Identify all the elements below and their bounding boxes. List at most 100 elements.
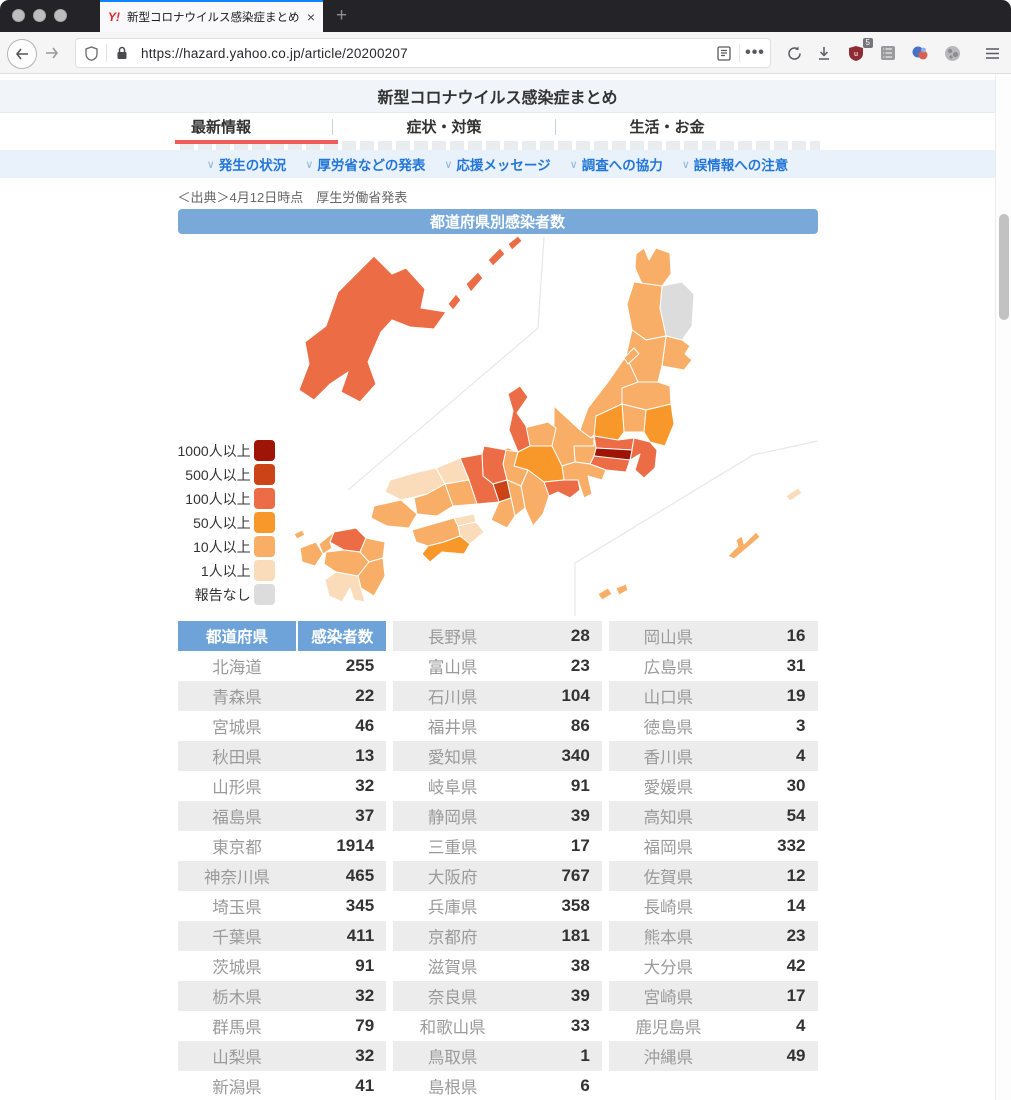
menu-hamburger-icon[interactable] bbox=[980, 42, 1004, 64]
legend-label: 50人以上 bbox=[193, 514, 251, 531]
case-count: 255 bbox=[345, 656, 375, 675]
case-count: 23 bbox=[570, 656, 590, 675]
table-row: 神奈川県 465 bbox=[177, 861, 387, 891]
prefecture-miyagi bbox=[661, 335, 692, 371]
scrollbar-thumb[interactable] bbox=[999, 214, 1009, 320]
reader-mode-icon[interactable] bbox=[709, 45, 739, 61]
lock-icon[interactable] bbox=[107, 46, 137, 60]
back-button[interactable] bbox=[7, 39, 37, 69]
legend-swatch bbox=[253, 464, 275, 485]
adblock-shield-icon[interactable]: u 5 bbox=[844, 38, 873, 64]
case-count: 4 bbox=[796, 1016, 806, 1035]
subnav-item-mhlw-announcements[interactable]: ∨ 厚労省などの発表 bbox=[305, 154, 425, 174]
extension-spheres-icon[interactable] bbox=[908, 42, 932, 64]
tab-symptoms-measures[interactable]: 症状・対策 bbox=[333, 113, 555, 140]
table-row: 三重県 17 bbox=[393, 831, 602, 861]
tab-life-money[interactable]: 生活・お金 bbox=[556, 113, 778, 140]
prefecture-name: 高知県 bbox=[643, 809, 694, 827]
prefecture-name: 静岡県 bbox=[427, 809, 478, 827]
extension-list-icon[interactable] bbox=[876, 42, 900, 64]
table-column: 都道府県 感染者数 北海道 255 青森県 22 宮城県 46 秋田県 13 山形県 32 福島県 37 東… bbox=[177, 621, 387, 1100]
case-count: 39 bbox=[570, 806, 590, 825]
table-row: 新潟県 41 bbox=[178, 1071, 387, 1100]
table-row: 宮崎県 17 bbox=[608, 981, 818, 1011]
prefecture-name: 千葉県 bbox=[212, 929, 262, 947]
kuril-islet bbox=[447, 293, 461, 311]
prefecture-name: 鹿児島県 bbox=[635, 1019, 702, 1037]
subnav-item-support-messages[interactable]: ∨ 応援メッセージ bbox=[444, 154, 550, 174]
chevron-down-icon: ∨ bbox=[206, 158, 215, 171]
forward-arrow-icon bbox=[46, 47, 59, 59]
table-row: 鳥取県 1 bbox=[393, 1041, 602, 1071]
svg-text:u: u bbox=[854, 51, 858, 58]
prefecture-name: 徳島県 bbox=[643, 719, 694, 737]
url-text[interactable]: https://hazard.yahoo.co.jp/article/20200… bbox=[137, 46, 709, 61]
tracking-protection-shield-icon[interactable] bbox=[76, 45, 106, 61]
close-window-button[interactable] bbox=[12, 9, 25, 22]
prefecture-name: 沖縄県 bbox=[643, 1049, 694, 1067]
amami-island bbox=[785, 487, 802, 502]
legend-label: 500人以上 bbox=[185, 466, 251, 483]
extension-globe-icon[interactable] bbox=[940, 42, 964, 64]
legend-label: 1000人以上 bbox=[177, 442, 251, 459]
prefecture-name: 茨城県 bbox=[212, 959, 262, 977]
prefecture-name: 神奈川県 bbox=[203, 869, 270, 887]
forward-button[interactable] bbox=[38, 39, 66, 67]
refresh-icon[interactable] bbox=[782, 42, 806, 64]
table-row: 広島県 31 bbox=[609, 651, 818, 681]
legend-swatch bbox=[253, 560, 275, 581]
tab-bar: Y! 新型コロナウイルス感染症まとめ × + bbox=[0, 0, 1011, 32]
maximize-window-button[interactable] bbox=[54, 9, 67, 22]
table-row: 徳島県 3 bbox=[609, 711, 818, 741]
prefecture-name: 福岡県 bbox=[643, 839, 694, 857]
download-icon[interactable] bbox=[812, 42, 836, 64]
table-row: 岡山県 16 bbox=[608, 621, 818, 651]
page-tab-nav: 最新情報 症状・対策 生活・お金 bbox=[0, 113, 995, 140]
case-count: 31 bbox=[786, 656, 806, 675]
subnav-item-survey-cooperation[interactable]: ∨ 調査への協力 bbox=[570, 154, 663, 174]
ishigaki-island bbox=[615, 583, 628, 596]
case-count: 17 bbox=[786, 986, 806, 1005]
new-tab-button[interactable]: + bbox=[336, 0, 347, 32]
case-count: 465 bbox=[345, 866, 375, 885]
section-banner: 都道府県別感染者数 bbox=[177, 209, 818, 234]
kuril-islet bbox=[465, 271, 483, 293]
prefecture-name: 青森県 bbox=[212, 689, 262, 707]
tab-latest-info[interactable]: 最新情報 bbox=[110, 113, 332, 140]
prefecture-name: 岐阜県 bbox=[427, 779, 478, 797]
subnav-item-outbreak-status[interactable]: ∨ 発生の状況 bbox=[207, 154, 287, 174]
minimize-window-button[interactable] bbox=[33, 9, 46, 22]
case-count: 37 bbox=[355, 806, 375, 825]
prefecture-name: 秋田県 bbox=[212, 749, 262, 767]
prefecture-aichi bbox=[543, 479, 580, 499]
prefecture-name: 佐賀県 bbox=[643, 869, 694, 887]
close-tab-icon[interactable]: × bbox=[307, 9, 315, 25]
miyako-island bbox=[597, 587, 612, 601]
prefecture-hokkaido bbox=[298, 255, 446, 403]
legend-swatch bbox=[253, 584, 275, 605]
browser-window: Y! 新型コロナウイルス感染症まとめ × + https://hazard.ya… bbox=[0, 0, 1011, 1100]
legend-row: 10人以上 bbox=[178, 536, 275, 557]
legend-swatch bbox=[253, 488, 275, 509]
browser-tab[interactable]: Y! 新型コロナウイルス感染症まとめ × bbox=[100, 0, 323, 32]
prefecture-ishikawa bbox=[507, 385, 530, 453]
prefecture-name: 愛媛県 bbox=[643, 779, 694, 797]
table-row: 長野県 28 bbox=[393, 621, 602, 651]
case-count: 38 bbox=[570, 956, 590, 975]
table-row: 大分県 42 bbox=[609, 951, 818, 981]
japan-infection-map: 1000人以上 500人以上 100人以上 50人以上 10人以上 1人以上 報告なし bbox=[178, 234, 818, 619]
table-row: 兵庫県 358 bbox=[393, 891, 602, 921]
table-row: 鹿児島県 4 bbox=[609, 1011, 818, 1041]
page-actions-icon[interactable]: ••• bbox=[740, 44, 770, 62]
url-bar[interactable]: https://hazard.yahoo.co.jp/article/20200… bbox=[75, 38, 771, 68]
table-row: 北海道 255 bbox=[178, 651, 387, 681]
subnav-item-misinformation-warning[interactable]: ∨ 誤情報への注意 bbox=[682, 154, 789, 174]
table-row: 富山県 23 bbox=[393, 651, 602, 681]
case-count: 22 bbox=[355, 686, 375, 705]
legend-label: 報告なし bbox=[194, 586, 251, 603]
scrollbar-track[interactable] bbox=[995, 74, 1011, 1100]
table-row: 青森県 22 bbox=[177, 681, 387, 711]
case-count: 33 bbox=[570, 1016, 590, 1035]
header-case-count: 感染者数 bbox=[298, 621, 387, 651]
table-row: 沖縄県 49 bbox=[608, 1041, 818, 1071]
